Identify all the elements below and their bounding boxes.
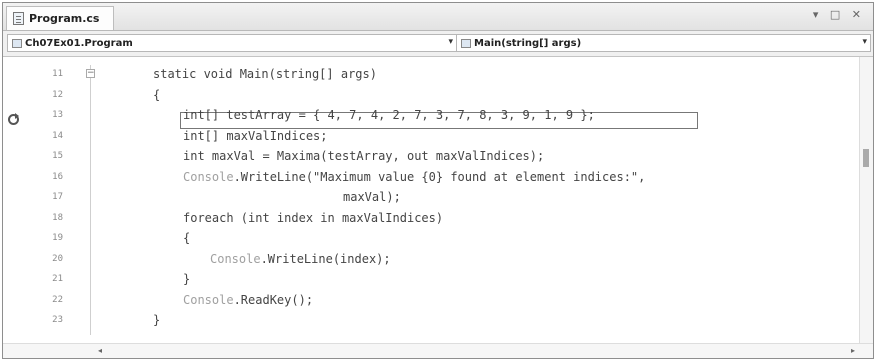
chevron-down-icon[interactable]: ▾ xyxy=(448,37,453,47)
code-line[interactable]: 17 maxVal); xyxy=(3,188,873,207)
horizontal-scrollbar[interactable]: ◂ ▸ xyxy=(3,343,873,358)
line-number: 20 xyxy=(52,253,63,264)
method-icon xyxy=(461,38,471,48)
code-statement: int[] testArray = { 4, 7, 4, 2, 7, 3, 7,… xyxy=(183,108,595,122)
code-text[interactable]: static void Main(string[] args) xyxy=(153,65,377,84)
cs-file-icon xyxy=(13,12,24,25)
line-number: 22 xyxy=(52,294,63,305)
types-dropdown[interactable]: Ch07Ex01.Program ▾ xyxy=(7,34,457,52)
document-tab-bar: Program.cs ▾ □ ✕ xyxy=(3,3,873,31)
code-text[interactable]: Console.WriteLine("Maximum value {0} fou… xyxy=(183,168,645,187)
code-text[interactable]: maxVal); xyxy=(343,188,401,207)
line-number: 23 xyxy=(52,315,63,325)
code-line[interactable]: 16 Console.WriteLine("Maximum value {0} f… xyxy=(3,168,873,187)
members-dropdown[interactable]: Main(string[] args) ▾ xyxy=(456,34,871,52)
window-controls[interactable]: ▾ □ ✕ xyxy=(813,8,865,21)
scroll-thumb[interactable] xyxy=(863,149,869,167)
line-number: 16 xyxy=(52,171,63,182)
code-line[interactable]: 23} xyxy=(3,311,873,330)
code-statement: .ReadKey(); xyxy=(233,292,314,307)
line-number: 11 xyxy=(52,69,63,79)
code-statement: .WriteLine(index); xyxy=(260,251,391,266)
code-text[interactable]: int[] maxValIndices; xyxy=(183,127,328,146)
line-number: 14 xyxy=(52,130,63,141)
tab-program-cs[interactable]: Program.cs xyxy=(6,6,115,30)
code-text[interactable]: Console.WriteLine(index); xyxy=(210,250,391,269)
tab-title: Program.cs xyxy=(29,12,100,25)
line-number: 21 xyxy=(52,274,63,284)
types-dropdown-value: Ch07Ex01.Program xyxy=(25,37,133,49)
code-text[interactable]: } xyxy=(183,270,190,289)
code-text[interactable]: foreach (int index in maxValIndices) xyxy=(183,209,443,228)
members-dropdown-value: Main(string[] args) xyxy=(474,37,582,49)
line-number: 13 xyxy=(52,110,63,120)
scroll-left-icon[interactable]: ◂ xyxy=(98,346,102,355)
code-line[interactable]: 12 { xyxy=(3,86,873,105)
code-line[interactable]: 13 int[] testArray = { 4, 7, 4, 2, 7, 3, … xyxy=(3,106,873,125)
type-name: Console xyxy=(183,169,234,184)
code-line[interactable]: 21} xyxy=(3,270,873,289)
line-number: 15 xyxy=(52,151,63,161)
class-icon xyxy=(12,38,22,48)
type-name: Console xyxy=(210,251,261,266)
scroll-right-icon[interactable]: ▸ xyxy=(851,346,855,355)
code-text[interactable]: int[] testArray = { 4, 7, 4, 2, 7, 3, 7,… xyxy=(183,106,595,125)
chevron-down-icon[interactable]: ▾ xyxy=(862,37,867,47)
code-line[interactable]: 14 int[] maxValIndices; xyxy=(3,127,873,146)
code-line[interactable]: 22 Console.ReadKey(); xyxy=(3,291,873,310)
code-statement: { xyxy=(183,231,191,245)
code-text[interactable]: Console.ReadKey(); xyxy=(183,291,313,310)
code-statement: static void Main(string[] args) xyxy=(153,67,377,81)
code-text[interactable]: int maxVal = Maxima(testArray, out maxVa… xyxy=(183,147,544,166)
line-number: 18 xyxy=(52,212,63,223)
code-line[interactable]: 11 static void Main(string[] args) xyxy=(3,65,873,84)
code-text[interactable]: { xyxy=(183,229,190,248)
line-number: 19 xyxy=(52,233,63,243)
code-line[interactable]: 18 foreach (int index in maxValIndices) xyxy=(3,209,873,228)
code-line[interactable]: 19 { xyxy=(3,229,873,248)
code-line[interactable]: 20 Console.WriteLine(index); xyxy=(3,250,873,269)
line-number: 17 xyxy=(52,192,63,202)
code-editor-window: Program.cs ▾ □ ✕ Ch07Ex01.Program ▾ Main… xyxy=(2,2,874,359)
code-statement: maxVal); xyxy=(343,190,401,204)
type-name: Console xyxy=(183,292,234,307)
code-statement: int[] maxValIndices; xyxy=(183,128,328,143)
code-statement: int maxVal = Maxima(testArray, out maxVa… xyxy=(183,149,545,163)
code-statement: foreach (int index in maxValIndices) xyxy=(183,210,444,225)
navigation-bar: Ch07Ex01.Program ▾ Main(string[] args) ▾ xyxy=(3,31,873,57)
vertical-scrollbar[interactable] xyxy=(859,57,873,346)
code-line[interactable]: 15 int maxVal = Maxima(testArray, out max… xyxy=(3,147,873,166)
code-statement: } xyxy=(153,313,161,327)
code-text[interactable]: { xyxy=(153,86,160,105)
code-statement: .WriteLine("Maximum value {0} found at e… xyxy=(233,169,646,184)
code-statement: } xyxy=(183,272,191,286)
code-statement: { xyxy=(153,87,161,102)
code-editor[interactable]: − 11 static void Main(string[] args) 12{13… xyxy=(3,57,873,346)
code-text[interactable]: } xyxy=(153,311,160,330)
line-number: 12 xyxy=(52,89,63,100)
